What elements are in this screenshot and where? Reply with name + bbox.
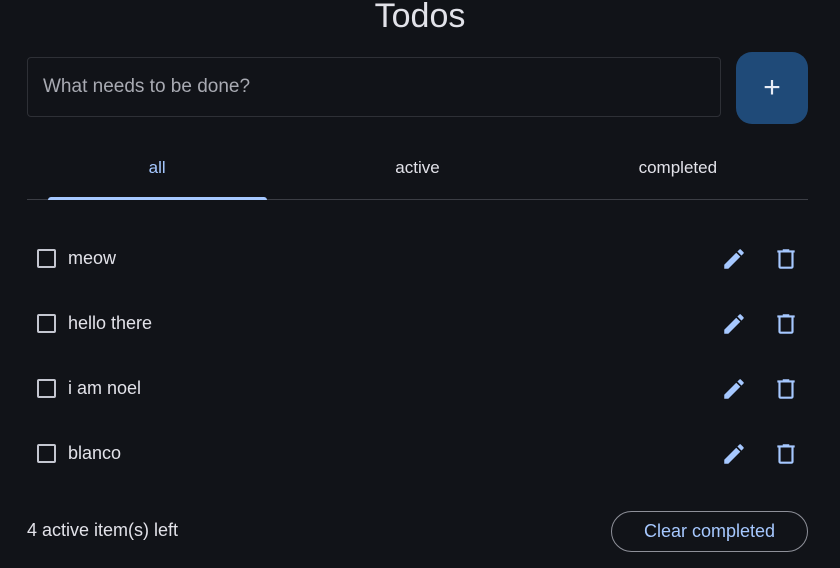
active-tab-indicator: [48, 197, 267, 200]
todo-app: Todos + all active completed meow: [0, 0, 840, 568]
todo-label: hello there: [68, 313, 153, 333]
todo-actions: [704, 356, 808, 421]
delete-todo-button[interactable]: [764, 237, 808, 281]
tab-completed-label: completed: [638, 157, 718, 177]
todo-actions: [704, 421, 808, 486]
tab-active[interactable]: active: [287, 136, 547, 199]
new-todo-input[interactable]: [28, 58, 720, 116]
edit-todo-button[interactable]: [712, 367, 756, 411]
edit-todo-button[interactable]: [712, 432, 756, 476]
todo-checkbox[interactable]: [37, 444, 56, 463]
todo-item: hello there: [27, 291, 808, 356]
clear-completed-button[interactable]: Clear completed: [611, 511, 808, 552]
tab-completed[interactable]: completed: [548, 136, 808, 199]
tab-all[interactable]: all: [27, 136, 287, 200]
todo-item: i am noel: [27, 356, 808, 421]
pencil-icon: [724, 313, 744, 334]
todo-label: blanco: [68, 443, 122, 463]
todo-item: meow: [27, 226, 808, 291]
todo-checkbox[interactable]: [37, 249, 56, 268]
todo-label: meow: [68, 248, 117, 268]
delete-todo-button[interactable]: [764, 302, 808, 346]
edit-todo-button[interactable]: [712, 302, 756, 346]
add-todo-button[interactable]: +: [736, 52, 808, 124]
todo-list: meow hello there i am noel blanco: [27, 226, 808, 486]
trash-icon: [777, 443, 795, 464]
plus-icon: +: [763, 71, 781, 104]
filter-tabs: all active completed: [27, 136, 808, 200]
tab-all-label: all: [148, 157, 166, 177]
trash-icon: [777, 378, 795, 399]
trash-icon: [777, 313, 795, 334]
pencil-icon: [724, 378, 744, 399]
todo-checkbox[interactable]: [37, 314, 56, 333]
todo-label: i am noel: [68, 378, 142, 398]
todo-item: blanco: [27, 421, 808, 486]
todo-actions: [704, 226, 808, 291]
page-title: Todos: [374, 0, 466, 35]
edit-todo-button[interactable]: [712, 237, 756, 281]
delete-todo-button[interactable]: [764, 367, 808, 411]
pencil-icon: [724, 443, 744, 464]
trash-icon: [777, 248, 795, 269]
todo-checkbox[interactable]: [37, 379, 56, 398]
pencil-icon: [724, 248, 744, 269]
active-count-text: 4 active item(s) left: [27, 520, 179, 540]
delete-todo-button[interactable]: [764, 432, 808, 476]
tab-active-label: active: [395, 157, 440, 177]
todo-actions: [704, 291, 808, 356]
new-todo-field[interactable]: [27, 57, 721, 117]
